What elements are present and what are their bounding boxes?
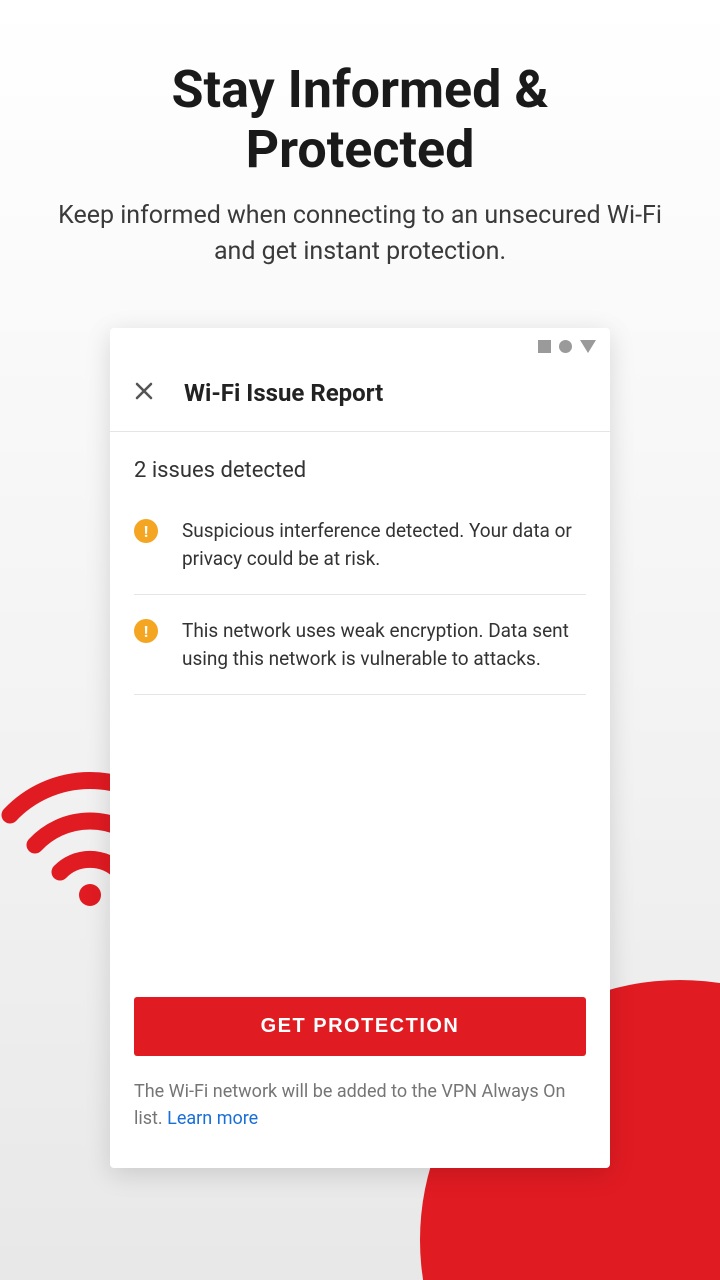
issue-list: ! Suspicious interference detected. Your… bbox=[110, 499, 610, 695]
status-circle-icon bbox=[559, 340, 572, 353]
close-icon[interactable] bbox=[134, 381, 154, 405]
status-square-icon bbox=[538, 340, 551, 353]
status-triangle-icon bbox=[580, 340, 596, 353]
card-title: Wi-Fi Issue Report bbox=[184, 379, 383, 407]
phone-preview-card: Wi-Fi Issue Report 2 issues detected ! S… bbox=[110, 328, 610, 1168]
alert-icon: ! bbox=[134, 519, 158, 543]
issue-item: ! This network uses weak encryption. Dat… bbox=[134, 595, 586, 695]
card-header: Wi-Fi Issue Report bbox=[110, 357, 610, 432]
footer-note: The Wi-Fi network will be added to the V… bbox=[134, 1056, 586, 1132]
card-footer: GET PROTECTION The Wi-Fi network will be… bbox=[110, 977, 610, 1168]
page-subtitle: Keep informed when connecting to an unse… bbox=[0, 198, 720, 271]
issues-count: 2 issues detected bbox=[110, 432, 610, 499]
issue-text: Suspicious interference detected. Your d… bbox=[182, 517, 586, 572]
get-protection-button[interactable]: GET PROTECTION bbox=[134, 997, 586, 1056]
learn-more-link[interactable]: Learn more bbox=[167, 1108, 258, 1129]
issue-item: ! Suspicious interference detected. Your… bbox=[134, 499, 586, 595]
page-title: Stay Informed & Protected bbox=[0, 0, 720, 198]
issue-text: This network uses weak encryption. Data … bbox=[182, 617, 586, 672]
alert-icon: ! bbox=[134, 619, 158, 643]
status-bar bbox=[110, 328, 610, 357]
